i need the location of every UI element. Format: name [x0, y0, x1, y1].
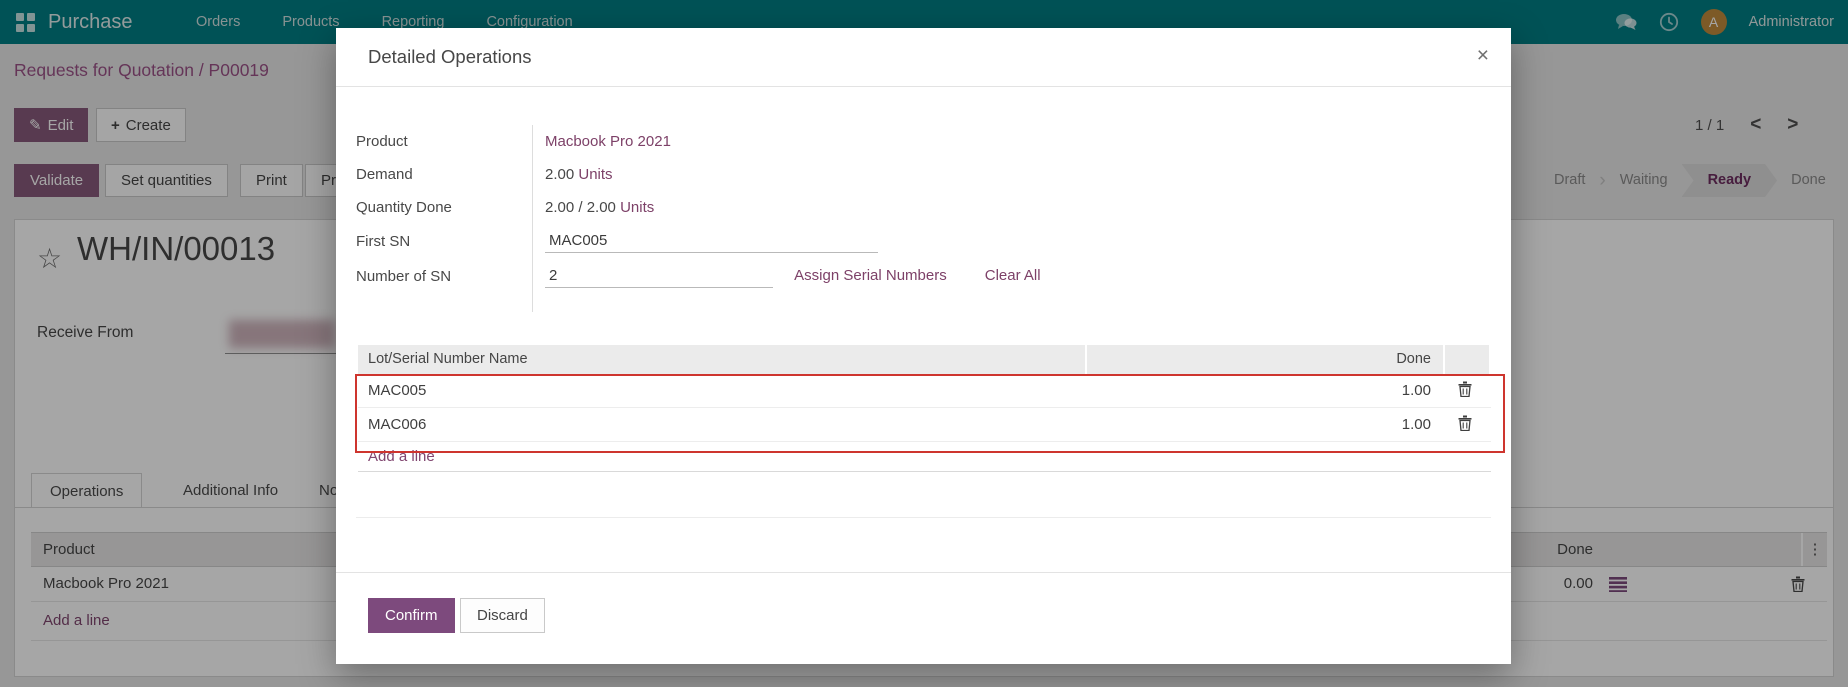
modal-header: Detailed Operations ×	[336, 28, 1511, 87]
quantity-done-value: 2.00 / 2.00	[545, 199, 616, 216]
modal-footer-divider	[336, 572, 1511, 573]
group-divider	[356, 517, 1491, 518]
serial-done-cell[interactable]: 1.00	[1087, 416, 1443, 433]
serial-numbers-table: Lot/Serial Number Name Done MAC005 1.00	[358, 345, 1491, 472]
product-label: Product	[356, 133, 532, 150]
number-of-sn-label: Number of SN	[356, 268, 532, 285]
demand-unit: Units	[578, 166, 612, 183]
serial-table-header: Lot/Serial Number Name Done	[358, 345, 1491, 374]
close-icon[interactable]: ×	[1477, 28, 1489, 84]
number-of-sn-input[interactable]	[545, 265, 773, 288]
assign-serial-numbers-link[interactable]: Assign Serial Numbers	[794, 267, 947, 284]
product-value-link[interactable]: Macbook Pro 2021	[545, 133, 671, 150]
demand-label: Demand	[356, 166, 532, 183]
serial-done-cell[interactable]: 1.00	[1087, 382, 1443, 399]
serial-name-cell[interactable]: MAC006	[358, 416, 1087, 433]
delete-serial-trash-icon[interactable]	[1458, 381, 1472, 401]
demand-value: 2.00	[545, 166, 574, 183]
serial-done-header[interactable]: Done	[1087, 345, 1443, 374]
first-sn-label: First SN	[356, 233, 532, 250]
modal-form: Product Macbook Pro 2021 Demand 2.00 Uni…	[356, 125, 1116, 295]
delete-serial-trash-icon[interactable]	[1458, 415, 1472, 435]
discard-button[interactable]: Discard	[460, 598, 545, 633]
serial-name-cell[interactable]: MAC005	[358, 382, 1087, 399]
confirm-button[interactable]: Confirm	[368, 598, 455, 633]
serial-add-line-link[interactable]: Add a line	[368, 448, 435, 465]
lot-serial-name-header[interactable]: Lot/Serial Number Name	[358, 345, 1085, 374]
serial-row[interactable]: MAC006 1.00	[358, 408, 1491, 442]
clear-all-link[interactable]: Clear All	[985, 267, 1041, 284]
serial-row[interactable]: MAC005 1.00	[358, 374, 1491, 408]
first-sn-input[interactable]	[545, 230, 878, 253]
detailed-operations-modal: Detailed Operations × Product Macbook Pr…	[336, 28, 1511, 664]
quantity-done-unit: Units	[620, 199, 654, 216]
modal-title: Detailed Operations	[368, 28, 532, 86]
quantity-done-label: Quantity Done	[356, 199, 532, 216]
serial-add-line-row: Add a line	[358, 442, 1491, 472]
